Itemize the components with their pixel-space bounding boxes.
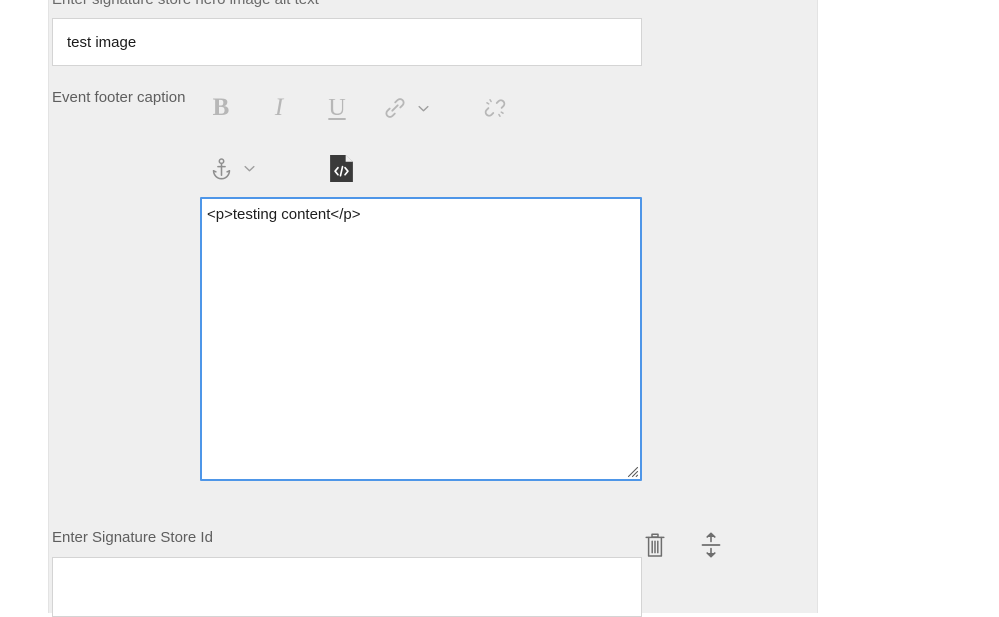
chevron-down-icon — [417, 105, 429, 111]
store-id-label: Enter Signature Store Id — [52, 529, 213, 546]
toolbar-row-primary: B I U — [200, 86, 650, 130]
alt-text-label: Enter signature store hero image alt tex… — [52, 0, 319, 9]
unlink-button[interactable] — [474, 87, 516, 129]
code-file-icon — [329, 154, 353, 182]
toolbar-row-secondary — [200, 146, 650, 190]
row-action-group — [640, 528, 726, 562]
store-id-input[interactable] — [52, 557, 642, 617]
rich-text-toolbar: B I U — [200, 86, 650, 190]
source-code-button[interactable] — [328, 153, 354, 183]
anchor-button[interactable] — [200, 147, 242, 189]
source-editor-wrapper — [200, 197, 642, 481]
reorder-button[interactable] — [696, 528, 726, 562]
event-footer-caption-label: Event footer caption — [52, 89, 186, 106]
source-code-textarea[interactable] — [200, 197, 642, 481]
unlink-icon — [484, 99, 506, 117]
underline-button[interactable]: U — [316, 87, 358, 129]
trash-icon — [645, 532, 665, 557]
anchor-dropdown[interactable] — [238, 147, 260, 189]
bold-button[interactable]: B — [200, 87, 242, 129]
link-button[interactable] — [374, 87, 416, 129]
link-icon — [385, 98, 405, 118]
italic-button[interactable]: I — [258, 87, 300, 129]
move-vertical-icon — [701, 532, 721, 558]
alt-text-input[interactable] — [52, 18, 642, 66]
editor-page: Enter signature store hero image alt tex… — [0, 0, 999, 617]
link-dropdown[interactable] — [412, 87, 434, 129]
anchor-icon — [212, 157, 230, 179]
delete-button[interactable] — [640, 528, 670, 562]
chevron-down-icon — [243, 165, 255, 171]
